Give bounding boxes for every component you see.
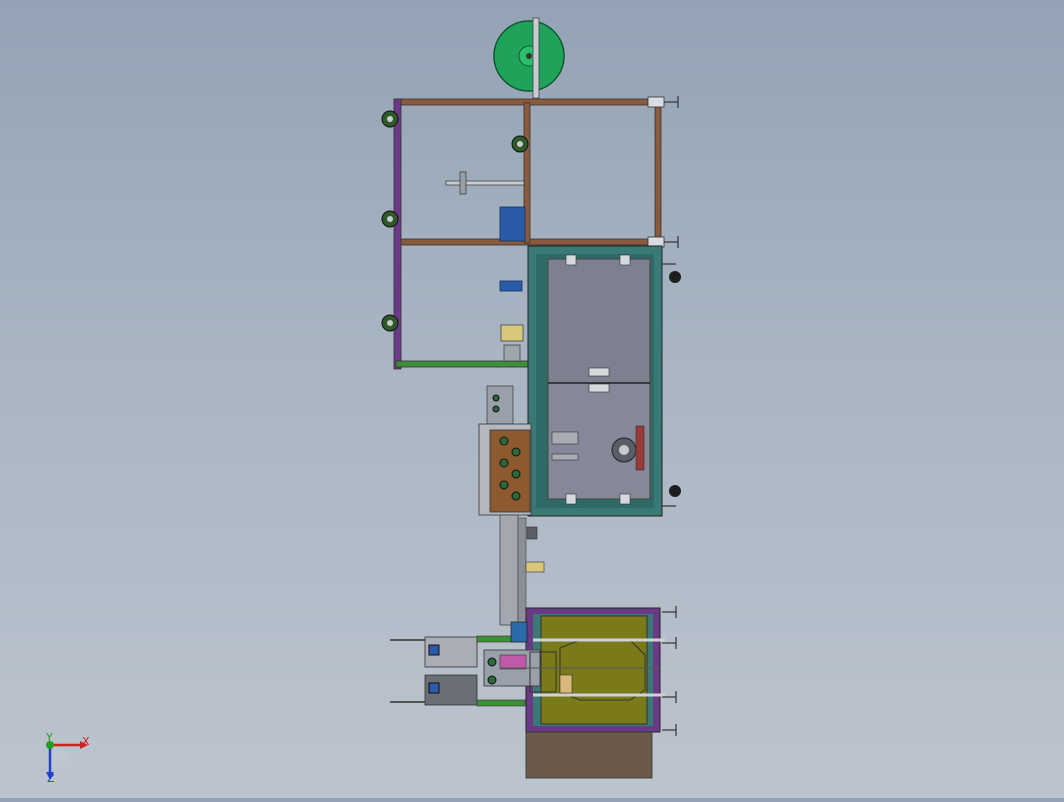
coordinate-triad: X Y Z <box>45 731 90 785</box>
material-spool[interactable] <box>493 17 565 99</box>
forming-station[interactable] <box>525 607 665 733</box>
roller-assembly[interactable] <box>478 385 532 516</box>
main-cabinet[interactable] <box>527 245 663 517</box>
cad-graphics-viewport[interactable]: X Y Z <box>0 0 1064 798</box>
cabinet-casters[interactable] <box>662 263 681 507</box>
leveling-feet-lower[interactable] <box>662 606 677 736</box>
leveling-feet-upper[interactable] <box>664 96 679 248</box>
machine-assembly-drawing[interactable]: X Y Z <box>0 0 1064 798</box>
machine-base[interactable] <box>525 731 653 779</box>
tension-bracket[interactable] <box>445 171 526 362</box>
x-axis-label: X <box>82 735 90 748</box>
z-axis-label: Z <box>47 772 55 785</box>
y-axis-label: Y <box>45 731 53 744</box>
